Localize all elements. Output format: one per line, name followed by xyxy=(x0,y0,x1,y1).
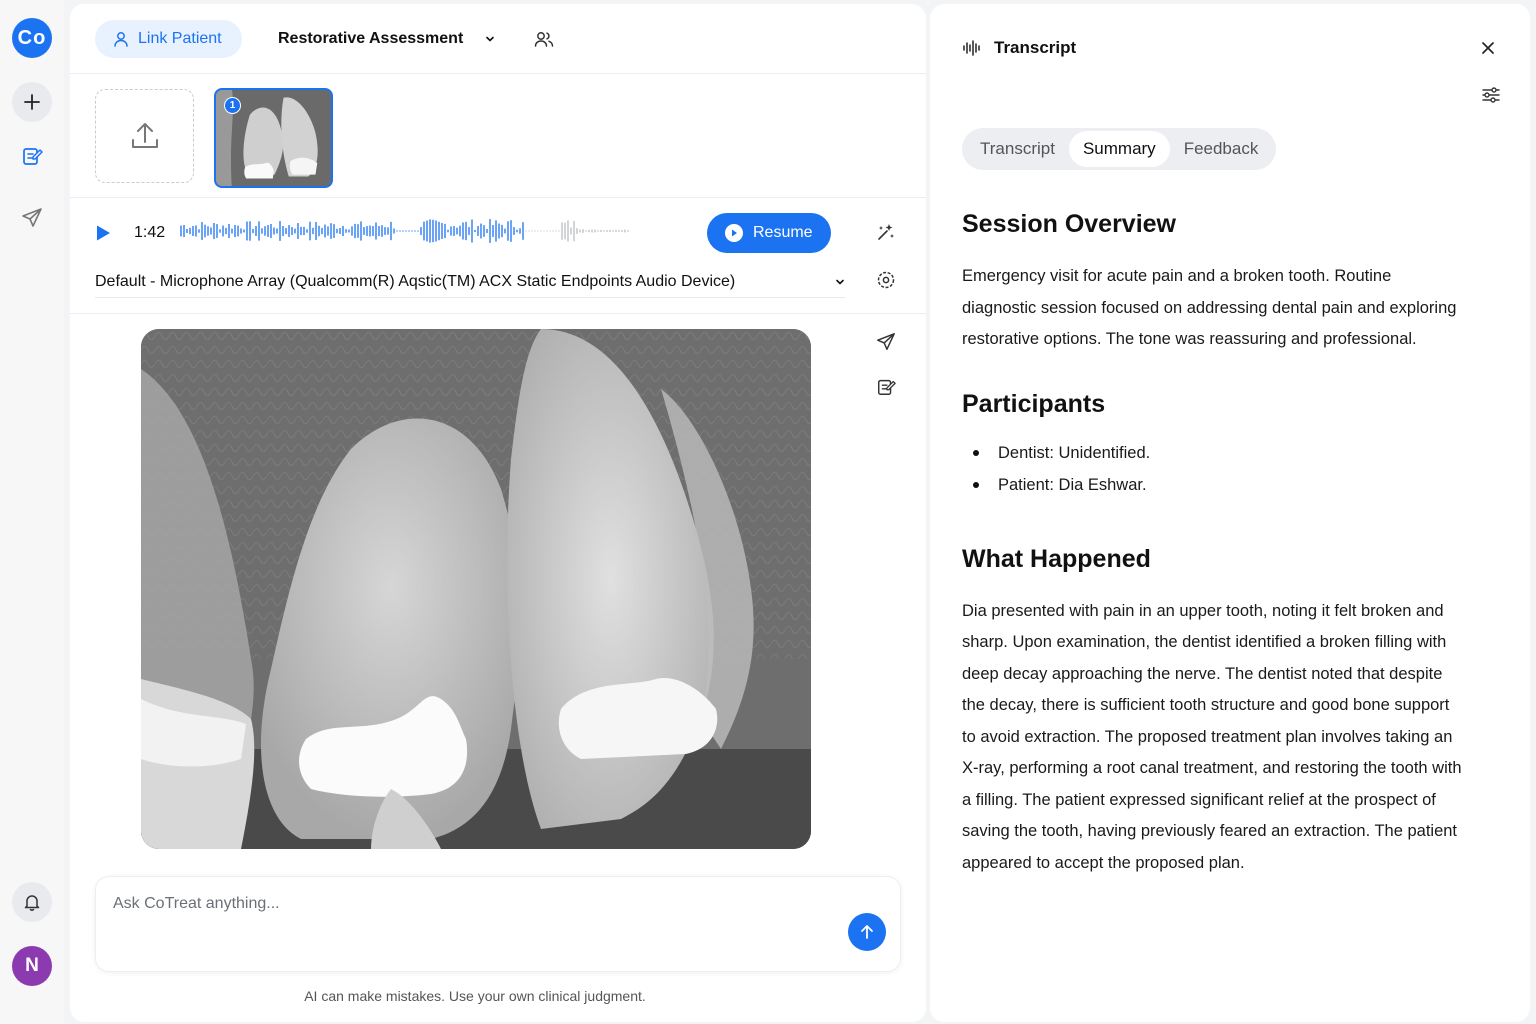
send-nav-button[interactable] xyxy=(12,198,52,238)
ai-disclaimer: AI can make mistakes. Use your own clini… xyxy=(304,988,646,1004)
what-happened-section: What Happened Dia presented with pain in… xyxy=(962,545,1462,880)
user-icon xyxy=(114,32,128,47)
tab-feedback[interactable]: Feedback xyxy=(1170,131,1273,167)
close-panel-button[interactable] xyxy=(1480,40,1496,56)
play-button[interactable] xyxy=(95,224,111,242)
panel-tabs: Transcript Summary Feedback xyxy=(962,128,1277,170)
microphone-label: Default - Microphone Array (Qualcomm(R) … xyxy=(95,272,736,290)
xray-thumbnail[interactable]: 1 xyxy=(214,88,333,188)
arrow-up-icon xyxy=(861,925,873,939)
annotate-button[interactable] xyxy=(876,377,896,397)
upload-icon xyxy=(131,123,158,148)
ai-assist-button[interactable] xyxy=(876,222,896,242)
bell-icon xyxy=(24,895,40,911)
transcript-panel: Transcript Transcript Summary Feedback S… xyxy=(930,4,1530,1022)
play-icon xyxy=(97,225,110,241)
participants-button[interactable] xyxy=(534,30,554,48)
new-session-button[interactable] xyxy=(12,82,52,122)
audio-recorder: 1:42 Resume Default - Microphone Array (… xyxy=(70,198,926,314)
sliders-icon xyxy=(1482,87,1500,103)
dental-xray-image xyxy=(141,329,811,849)
thumbnail-badge: 1 xyxy=(224,97,241,114)
panel-title: Transcript xyxy=(994,38,1077,57)
close-icon xyxy=(1482,42,1494,54)
chat-composer xyxy=(95,876,901,972)
image-strip: 1 xyxy=(70,74,926,198)
xray-viewer[interactable] xyxy=(141,329,811,849)
chat-send-button[interactable] xyxy=(848,913,886,951)
link-patient-button[interactable]: Link Patient xyxy=(95,20,242,58)
chevron-down-icon xyxy=(836,279,844,285)
plus-icon xyxy=(24,94,40,110)
summary-content: Session Overview Emergency visit for acu… xyxy=(962,210,1462,879)
top-bar: Link Patient Restorative Assessment xyxy=(70,4,926,74)
users-icon xyxy=(534,32,554,47)
resume-label: Resume xyxy=(753,224,813,241)
audio-waveform[interactable] xyxy=(180,216,630,246)
chat-input[interactable] xyxy=(113,895,813,913)
panel-settings-button[interactable] xyxy=(1481,86,1501,104)
upload-button[interactable] xyxy=(95,89,194,183)
gear-icon xyxy=(877,271,895,289)
chevron-down-icon xyxy=(486,36,495,42)
assessment-label: Restorative Assessment xyxy=(278,30,464,47)
left-rail: Co N xyxy=(0,0,64,1024)
session-overview-section: Session Overview Emergency visit for acu… xyxy=(962,210,1462,356)
app-logo[interactable]: Co xyxy=(12,18,52,58)
section-heading: Session Overview xyxy=(962,210,1177,238)
section-heading: What Happened xyxy=(962,544,1151,573)
tab-summary[interactable]: Summary xyxy=(1068,131,1170,167)
assessment-dropdown[interactable]: Restorative Assessment xyxy=(278,20,495,58)
send-icon xyxy=(22,208,42,227)
tab-transcript[interactable]: Transcript xyxy=(966,131,1069,167)
notifications-button[interactable] xyxy=(12,882,52,922)
resume-button[interactable]: Resume xyxy=(707,213,831,253)
link-patient-label: Link Patient xyxy=(138,30,222,47)
audio-settings-button[interactable] xyxy=(876,270,896,290)
panel-header: Transcript xyxy=(962,38,1076,58)
notes-button[interactable] xyxy=(12,136,52,176)
waveform-icon xyxy=(963,40,980,56)
share-button[interactable] xyxy=(876,332,896,352)
participants-section: Participants Dentist: Unidentified. Pati… xyxy=(962,390,1462,501)
audio-time: 1:42 xyxy=(134,224,166,241)
list-item: Dentist: Unidentified. xyxy=(962,437,1462,469)
section-heading: Participants xyxy=(962,389,1106,418)
microphone-selector[interactable]: Default - Microphone Array (Qualcomm(R) … xyxy=(95,266,845,298)
main-panel: Link Patient Restorative Assessment 1 1:… xyxy=(70,4,926,1022)
edit-note-icon xyxy=(878,379,896,395)
sparkle-icon xyxy=(878,224,894,240)
what-happened-text: Dia presented with pain in an upper toot… xyxy=(962,601,1462,872)
send-icon xyxy=(877,333,895,350)
play-circle-icon xyxy=(725,224,743,242)
user-avatar[interactable]: N xyxy=(12,946,52,986)
participants-list: Dentist: Unidentified. Patient: Dia Eshw… xyxy=(962,437,1462,501)
list-item: Patient: Dia Eshwar. xyxy=(962,469,1462,501)
overview-text: Emergency visit for acute pain and a bro… xyxy=(962,267,1457,348)
edit-note-icon xyxy=(23,148,43,165)
